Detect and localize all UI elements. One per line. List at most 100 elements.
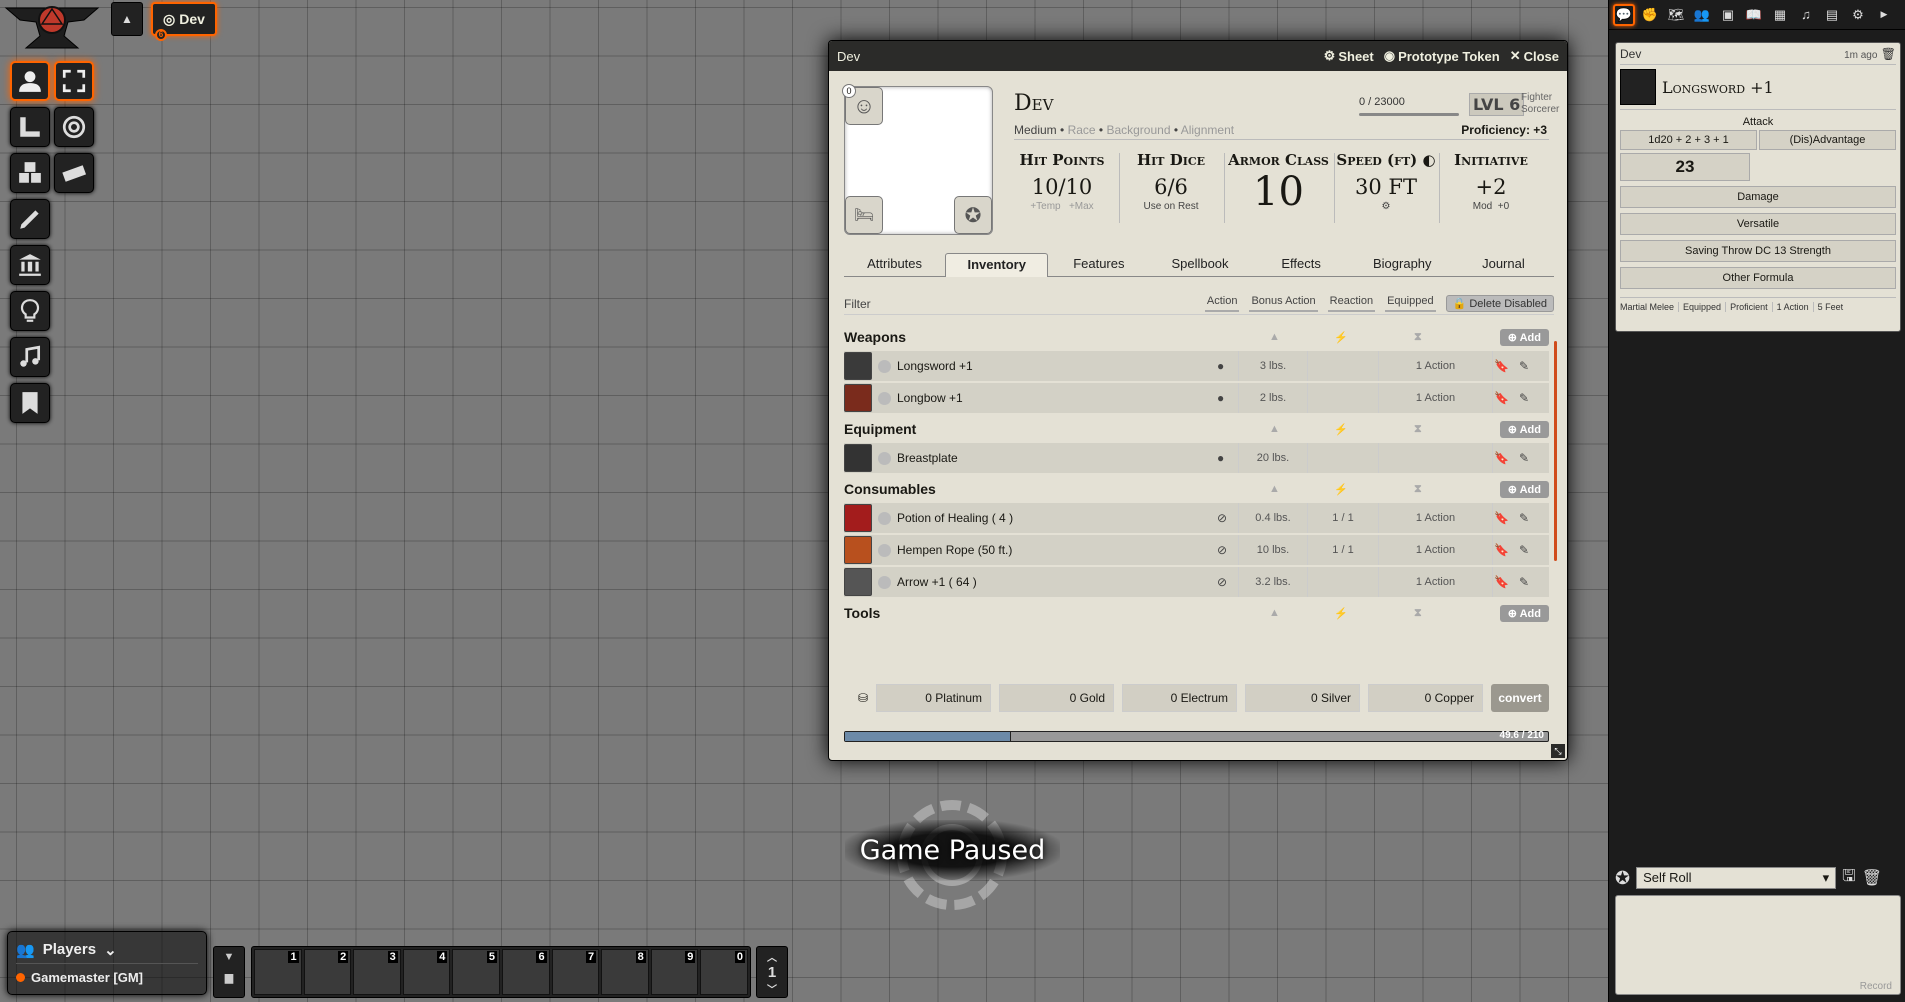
settings-tab-icon[interactable]: ⚙ [1847,4,1869,26]
size-value[interactable]: Medium [1014,123,1057,137]
item-image[interactable] [844,504,872,532]
item-name[interactable]: Longsword +1 [1662,78,1774,97]
nav-toggle-button[interactable]: ▲ [111,2,143,36]
players-list[interactable]: 👥 Players ⌄ Gamemaster [GM] [7,931,207,995]
death-save-button[interactable]: ✪ [954,196,992,234]
item-name[interactable]: Potion of Healing ( 4 ) [897,511,1227,525]
bookmark-icon[interactable]: 🔖 [1494,359,1509,373]
item-name[interactable]: Breastplate [897,451,1227,465]
not-held-icon[interactable]: ⊘ [1217,543,1227,557]
tiles-button[interactable] [10,153,50,193]
macro-slot[interactable]: 3 [353,949,401,995]
inventory-item-row[interactable]: Longbow +1 ● 2 lbs. 1 Action 🔖 ✎ [844,383,1549,413]
combat-tab-icon[interactable]: ✊ [1639,4,1661,26]
edit-pencil-icon[interactable]: ✎ [1519,391,1529,405]
target-tool-button[interactable] [54,107,94,147]
item-image[interactable] [844,384,872,412]
info-circle-icon[interactable] [878,511,891,525]
add-item-button[interactable]: ⊕ Add [1499,604,1549,622]
edit-pencil-icon[interactable]: ✎ [1519,575,1529,589]
temp-hp-field[interactable]: +Temp [1030,201,1060,212]
chevron-down-icon[interactable]: ⌄ [104,941,117,959]
initiative-bonus-field[interactable]: +0 [1498,201,1509,212]
race-field[interactable]: Race [1068,123,1096,137]
chat-tab-icon[interactable]: 💬 [1613,3,1635,26]
chevron-down-icon[interactable]: ﹀ [767,981,777,996]
bookmark-icon[interactable]: 🔖 [1494,575,1509,589]
other-formula-button[interactable]: Other Formula [1620,267,1896,289]
macro-slot[interactable]: 0 [700,949,748,995]
convert-currency-button[interactable]: convert [1491,684,1549,712]
sheet-header[interactable]: Dev ⚙ Sheet ◉ Prototype Token ✕ Close [829,41,1567,71]
resize-handle-icon[interactable]: ⤡ [1551,744,1565,758]
advantage-button[interactable]: (Dis)Advantage [1759,130,1896,150]
macro-slot[interactable]: 8 [601,949,649,995]
compendium-tab-icon[interactable]: ▤ [1821,4,1843,26]
copper-field[interactable]: 0 Copper [1368,684,1483,712]
not-held-icon[interactable]: ⊘ [1217,511,1227,525]
macro-slot[interactable]: 2 [303,949,352,995]
tab-journal[interactable]: Journal [1453,253,1554,276]
edit-pencil-icon[interactable]: ✎ [1519,359,1529,373]
walls-button[interactable] [10,245,50,285]
item-name[interactable]: Longbow +1 [897,391,1227,405]
alignment-field[interactable]: Alignment [1181,123,1234,137]
background-field[interactable]: Background [1106,123,1170,137]
caret-down-icon[interactable]: ▼ [214,951,244,963]
tab-attributes[interactable]: Attributes [844,253,945,276]
filter-action[interactable]: Action [1204,295,1240,312]
toggle-icon[interactable]: ◐ [1422,151,1435,169]
folder-icon[interactable]: ▆ [214,971,244,984]
macro-slot[interactable]: 6 [501,949,550,995]
item-image[interactable] [844,352,872,380]
item-uses[interactable]: 1 / 1 [1308,512,1378,524]
scene-tab-dev[interactable]: ◎ Dev 6 [151,2,217,41]
gold-field[interactable]: 0 Gold [999,684,1114,712]
info-circle-icon[interactable] [878,543,891,557]
inventory-scrollbar[interactable] [1554,341,1557,561]
info-circle-icon[interactable] [878,575,891,589]
inventory-item-row[interactable]: Longsword +1 ● 3 lbs. 1 Action 🔖 ✎ [844,351,1549,381]
inspiration-toggle[interactable]: ☺ 0 [842,84,883,125]
character-portrait[interactable]: ☺ 0 🛏 ✪ [842,84,993,235]
prototype-token-button[interactable]: ◉ Prototype Token [1384,48,1500,64]
close-button[interactable]: ✕ Close [1510,48,1559,64]
add-item-button[interactable]: ⊕ Add [1499,328,1549,346]
token-controls-button[interactable] [10,61,50,101]
chevron-up-icon[interactable]: ︿ [767,949,777,964]
hit-points-value[interactable]: 10/10 [1007,175,1117,199]
edit-pencil-icon[interactable]: ✎ [1519,543,1529,557]
electrum-field[interactable]: 0 Electrum [1122,684,1237,712]
sounds-button[interactable] [10,337,50,377]
scenes-tab-icon[interactable]: 🗺 [1665,4,1687,26]
attack-formula[interactable]: 1d20 + 2 + 3 + 1 [1620,130,1757,150]
not-held-icon[interactable]: ⊘ [1217,575,1227,589]
experience-value[interactable]: 0 / 23000 [1359,96,1405,108]
platinum-field[interactable]: 0 Platinum [876,684,991,712]
drawing-button[interactable] [10,199,50,239]
macro-slot[interactable]: 5 [452,949,500,995]
hotbar-page-control[interactable]: ︿ 1 ﹀ [756,946,788,998]
macro-slot[interactable]: 7 [551,949,600,995]
inventory-item-row[interactable]: Potion of Healing ( 4 ) ⊘ 0.4 lbs. 1 / 11 A… [844,503,1549,533]
items-tab-icon[interactable]: ▣ [1717,4,1739,26]
tab-spellbook[interactable]: Spellbook [1149,253,1250,276]
info-circle-icon[interactable] [878,359,891,373]
trash-icon[interactable]: 🗑 [1862,868,1882,888]
add-item-button[interactable]: ⊕ Add [1499,420,1549,438]
attack-total[interactable]: 23 [1620,153,1750,181]
foundry-logo[interactable] [4,0,100,52]
held-user-icon[interactable]: ● [1217,451,1224,465]
edit-pencil-icon[interactable]: ✎ [1519,451,1529,465]
filter-input[interactable]: Filter [844,297,871,311]
trash-icon[interactable]: 🗑 [1881,47,1896,61]
item-uses[interactable]: 1 / 1 [1308,544,1378,556]
item-name[interactable]: Longsword +1 [897,359,1227,373]
delete-lock-toggle[interactable]: 🔒 Delete Disabled [1445,295,1554,312]
tab-effects[interactable]: Effects [1251,253,1352,276]
macro-slot[interactable]: 9 [650,949,699,995]
tab-features[interactable]: Features [1048,253,1149,276]
actors-tab-icon[interactable]: 👥 [1691,4,1713,26]
tab-biography[interactable]: Biography [1352,253,1453,276]
collapse-sidebar-icon[interactable]: ▶ [1873,4,1895,26]
